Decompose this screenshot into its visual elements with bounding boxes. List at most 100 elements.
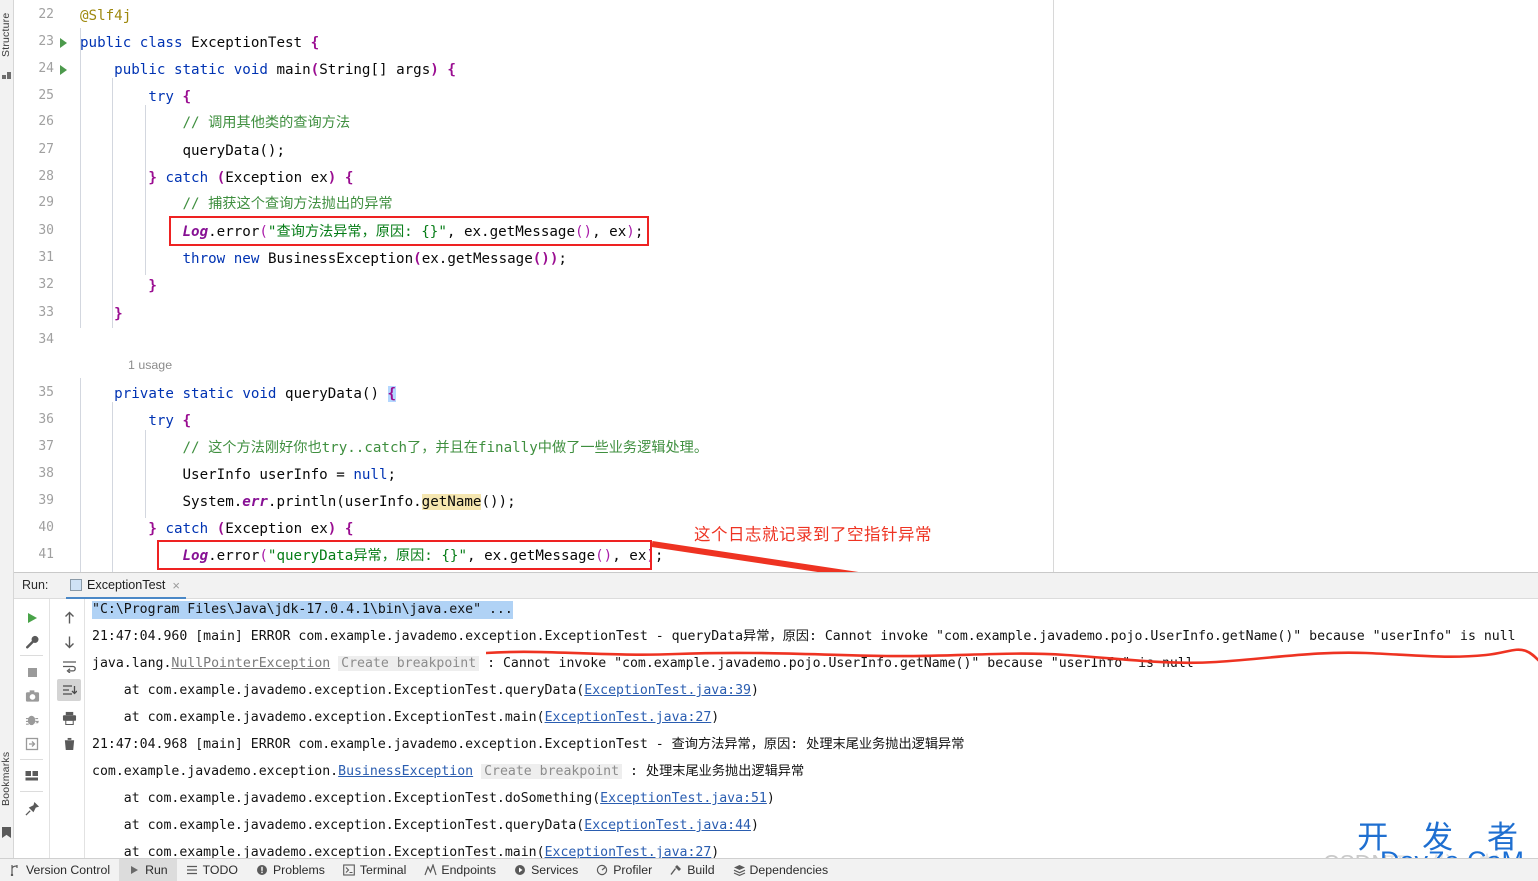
list-icon xyxy=(186,864,199,877)
code-line[interactable]: public class ExceptionTest { xyxy=(80,34,319,52)
code-line[interactable]: throw new BusinessException(ex.getMessag… xyxy=(80,250,567,268)
structure-icon xyxy=(2,72,12,82)
console-error-line-2[interactable]: 21:47:04.968 [main] ERROR com.example.ja… xyxy=(92,736,964,754)
console-business-exception-line[interactable]: com.example.javademo.exception.BusinessE… xyxy=(92,763,804,781)
code-line[interactable]: private static void queryData() { xyxy=(80,385,397,403)
run-toolbar-primary xyxy=(14,599,50,859)
code-line[interactable]: } xyxy=(80,305,123,323)
code-line[interactable]: Log.error("查询方法异常，原因: {}", ex.getMessage… xyxy=(80,223,644,241)
run-gutter-icon[interactable] xyxy=(60,38,67,48)
console-stack-line-3[interactable]: at com.example.javademo.exception.Except… xyxy=(92,790,775,808)
status-services[interactable]: Services xyxy=(505,859,587,881)
line-number: 38 xyxy=(38,466,54,481)
console-stack-line-5[interactable]: at com.example.javademo.exception.Except… xyxy=(92,844,720,859)
console-stack-line-2[interactable]: at com.example.javademo.exception.Except… xyxy=(92,709,720,727)
code-line[interactable]: try { xyxy=(80,412,191,430)
run-gutter-icon[interactable] xyxy=(60,65,67,75)
line-number: 35 xyxy=(38,385,54,400)
code-line[interactable]: // 调用其他类的查询方法 xyxy=(80,114,351,132)
run-tab-exceptiontest[interactable]: ExceptionTest × xyxy=(66,573,186,599)
line-number: 24 xyxy=(38,61,54,76)
status-profiler[interactable]: Profiler xyxy=(587,859,661,881)
status-problems[interactable]: Problems xyxy=(247,859,334,881)
code-editor[interactable]: 22 @Slf4j 23 public class ExceptionTest { 24… xyxy=(14,0,1538,572)
endpoints-icon xyxy=(424,862,437,877)
run-toolbar-secondary xyxy=(51,599,85,859)
line-number: 31 xyxy=(38,250,54,265)
code-line[interactable]: Log.error("queryData异常，原因: {}", ex.getMe… xyxy=(80,547,664,565)
status-version-control[interactable]: Version Control xyxy=(0,859,119,881)
status-item-label: Build xyxy=(687,863,715,877)
status-item-label: TODO xyxy=(202,863,238,877)
print-icon[interactable] xyxy=(57,707,81,729)
code-line[interactable]: public static void main(String[] args) { xyxy=(80,61,456,79)
line-number: 37 xyxy=(38,439,54,454)
code-line[interactable]: // 这个方法刚好你也try..catch了，并且在finally中做了一些业务… xyxy=(80,439,709,457)
status-run[interactable]: Run xyxy=(119,858,177,881)
soft-wrap-icon[interactable] xyxy=(57,655,81,677)
code-line[interactable]: queryData(); xyxy=(80,142,286,160)
status-dependencies[interactable]: Dependencies xyxy=(724,859,838,881)
code-line[interactable]: @Slf4j xyxy=(80,7,131,25)
line-number: 22 xyxy=(38,7,54,22)
scroll-to-end-icon[interactable] xyxy=(57,679,81,701)
profiler-icon xyxy=(596,864,609,877)
status-endpoints[interactable]: Endpoints xyxy=(415,859,505,881)
status-bar-items: Version Control Run TODO Problems Terminal En… xyxy=(0,858,838,881)
console-error-line-1[interactable]: 21:47:04.960 [main] ERROR com.example.ja… xyxy=(92,628,1516,646)
toolbar-divider xyxy=(20,655,43,656)
trash-icon[interactable] xyxy=(57,733,81,755)
bookmark-icon xyxy=(2,827,11,838)
sidebar-item-structure[interactable]: Structure xyxy=(0,2,14,68)
layers-icon xyxy=(733,864,746,877)
arrow-up-icon[interactable] xyxy=(57,607,81,629)
line-number: 25 xyxy=(38,88,54,103)
console-stack-line-4[interactable]: at com.example.javademo.exception.Except… xyxy=(92,817,759,835)
status-item-label: Problems xyxy=(272,863,325,877)
usage-hint[interactable]: 1 usage xyxy=(128,358,172,372)
line-number: 26 xyxy=(38,114,54,129)
code-line[interactable]: } xyxy=(80,277,157,295)
close-icon[interactable]: × xyxy=(172,578,180,593)
toolbar-divider xyxy=(20,791,43,792)
status-build[interactable]: Build xyxy=(661,859,723,881)
camera-icon[interactable] xyxy=(20,685,44,707)
status-item-label: Dependencies xyxy=(749,863,829,877)
branch-icon xyxy=(9,864,22,877)
status-todo[interactable]: TODO xyxy=(177,859,247,881)
code-line[interactable]: // 捕获这个查询方法抛出的异常 xyxy=(80,195,393,213)
line-number: 27 xyxy=(38,142,54,157)
code-line[interactable]: System.err.println(userInfo.getName()); xyxy=(80,493,516,511)
code-line[interactable]: UserInfo userInfo = null; xyxy=(80,466,397,484)
console-command-line[interactable]: "C:\Program Files\Java\jdk-17.0.4.1\bin\… xyxy=(92,601,513,619)
code-line[interactable]: try { xyxy=(80,88,191,106)
layout-icon[interactable] xyxy=(20,765,44,787)
stop-icon[interactable] xyxy=(20,661,44,683)
code-line[interactable]: } catch (Exception ex) { xyxy=(80,520,353,538)
run-panel-header: Run: ExceptionTest × xyxy=(14,573,1538,599)
run-icon[interactable] xyxy=(20,607,44,629)
export-icon[interactable] xyxy=(20,733,44,755)
line-number: 30 xyxy=(38,223,54,238)
ide-window: Structure Bookmarks 22 @Slf4j 23 public cla… xyxy=(0,0,1538,881)
sidebar-item-bookmarks[interactable]: Bookmarks xyxy=(0,742,14,816)
line-number: 41 xyxy=(38,547,54,562)
status-terminal[interactable]: Terminal xyxy=(334,859,415,881)
run-label: Run: xyxy=(22,578,49,592)
arrow-down-icon[interactable] xyxy=(57,631,81,653)
line-number: 36 xyxy=(38,412,54,427)
run-config-icon xyxy=(70,579,82,591)
console-output[interactable]: "C:\Program Files\Java\jdk-17.0.4.1\bin\… xyxy=(86,599,1538,859)
code-line[interactable]: } catch (Exception ex) { xyxy=(80,169,353,187)
console-npe-line[interactable]: java.lang.NullPointerException Create br… xyxy=(92,655,1194,673)
pin-icon[interactable] xyxy=(20,797,44,819)
warning-icon xyxy=(256,864,269,877)
line-number: 23 xyxy=(38,34,54,49)
terminal-icon xyxy=(343,863,356,877)
services-icon xyxy=(514,864,527,877)
wrench-icon[interactable] xyxy=(20,631,44,653)
line-number: 29 xyxy=(38,195,54,210)
console-stack-line-1[interactable]: at com.example.javademo.exception.Except… xyxy=(92,682,759,700)
debug-bug-icon[interactable] xyxy=(20,709,44,731)
toolbar-divider xyxy=(20,759,43,760)
